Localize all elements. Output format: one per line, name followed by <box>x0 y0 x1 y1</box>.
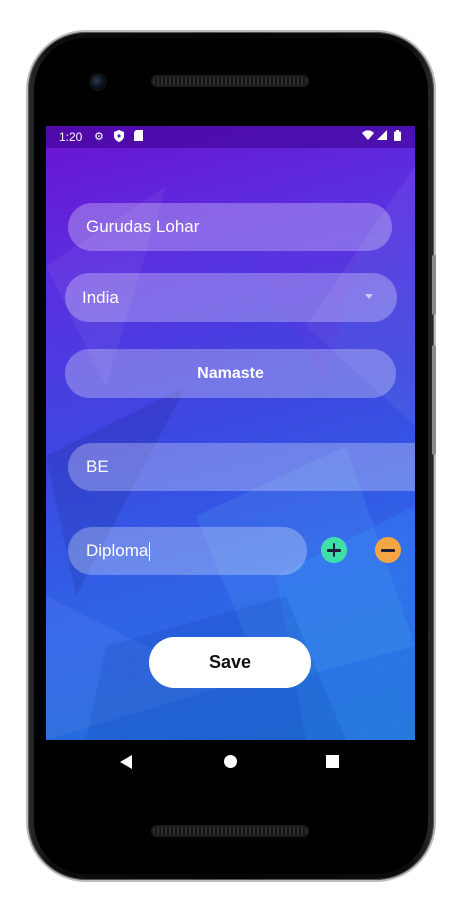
navigation-bar <box>46 740 415 784</box>
volume-button <box>432 345 436 455</box>
qualification-input-2[interactable]: Diploma <box>68 527 307 575</box>
shield-icon <box>114 130 124 146</box>
namaste-button[interactable]: Namaste <box>65 349 396 398</box>
qualification-input-1[interactable]: BE <box>68 443 415 491</box>
namaste-button-label: Namaste <box>197 365 264 382</box>
name-input-value: Gurudas Lohar <box>86 217 200 236</box>
status-time: 1:20 <box>59 130 83 144</box>
gear-icon: ⚙ <box>94 131 104 143</box>
dropdown-arrow-icon <box>365 294 373 299</box>
country-dropdown-value: India <box>82 288 119 307</box>
plus-icon-vertical <box>332 543 336 557</box>
country-dropdown[interactable]: India <box>65 273 397 322</box>
remove-qualification-button[interactable] <box>375 537 401 563</box>
status-bar: 1:20 ⚙ <box>46 126 415 148</box>
home-icon[interactable] <box>224 755 237 768</box>
battery-icon <box>394 130 401 145</box>
save-button[interactable]: Save <box>149 637 311 688</box>
back-icon[interactable] <box>120 755 132 769</box>
save-button-label: Save <box>208 652 252 672</box>
recents-icon[interactable] <box>326 755 339 768</box>
add-qualification-button[interactable] <box>321 537 347 563</box>
power-button <box>432 255 436 315</box>
minus-icon <box>381 549 395 552</box>
sd-card-icon <box>134 130 143 145</box>
earpiece-speaker <box>153 77 307 85</box>
front-camera <box>91 75 105 89</box>
app-screen: 1:20 ⚙ Gurudas Lohar India Namaste BE Di… <box>46 126 415 740</box>
signal-icon <box>377 130 387 144</box>
qualification-input-1-value: BE <box>86 457 109 476</box>
wifi-icon <box>362 130 374 144</box>
qualification-input-2-value: Diploma <box>86 541 149 560</box>
text-cursor <box>149 542 151 562</box>
bottom-speaker <box>153 827 307 835</box>
name-input[interactable]: Gurudas Lohar <box>68 203 392 251</box>
